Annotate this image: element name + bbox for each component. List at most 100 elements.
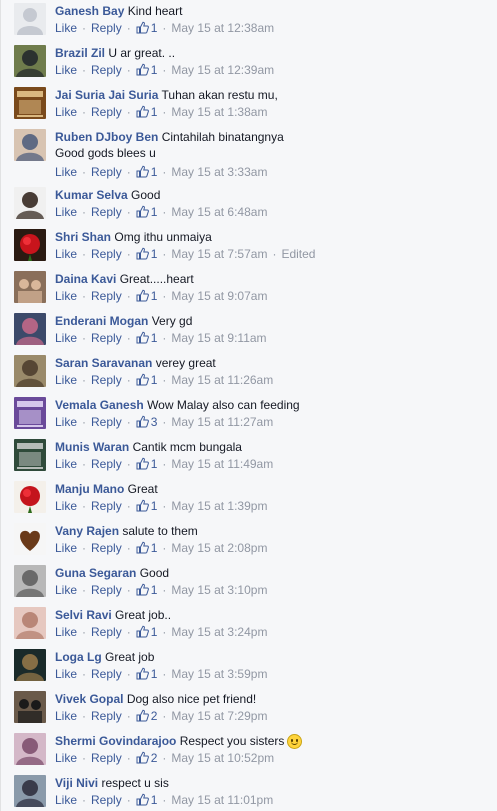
- comment-author-link[interactable]: Ganesh Bay: [55, 4, 124, 18]
- like-count[interactable]: 1: [136, 583, 157, 597]
- like-link[interactable]: Like: [55, 21, 77, 35]
- reply-link[interactable]: Reply: [91, 499, 122, 513]
- avatar[interactable]: [14, 355, 46, 387]
- avatar[interactable]: [14, 45, 46, 77]
- like-count[interactable]: 1: [136, 205, 157, 219]
- like-link[interactable]: Like: [55, 63, 77, 77]
- comment-author-link[interactable]: Vivek Gopal: [55, 692, 123, 706]
- like-link[interactable]: Like: [55, 457, 77, 471]
- like-link[interactable]: Like: [55, 751, 77, 765]
- comment-timestamp[interactable]: May 15 at 6:48am: [171, 205, 267, 219]
- like-link[interactable]: Like: [55, 499, 77, 513]
- avatar[interactable]: [14, 397, 46, 429]
- reply-link[interactable]: Reply: [91, 625, 122, 639]
- comment-timestamp[interactable]: May 15 at 3:33am: [171, 165, 267, 179]
- avatar[interactable]: [14, 87, 46, 119]
- comment-author-link[interactable]: Manju Mano: [55, 482, 124, 496]
- like-link[interactable]: Like: [55, 415, 77, 429]
- comment-timestamp[interactable]: May 15 at 2:08pm: [171, 541, 267, 555]
- comment-timestamp[interactable]: May 15 at 7:57am: [171, 247, 267, 261]
- comment-timestamp[interactable]: May 15 at 3:59pm: [171, 667, 267, 681]
- like-count[interactable]: 1: [136, 63, 157, 77]
- comment-timestamp[interactable]: May 15 at 9:11am: [171, 331, 266, 345]
- like-link[interactable]: Like: [55, 625, 77, 639]
- avatar[interactable]: [14, 271, 46, 303]
- like-count[interactable]: 1: [136, 667, 157, 681]
- avatar[interactable]: [14, 439, 46, 471]
- avatar[interactable]: [14, 187, 46, 219]
- reply-link[interactable]: Reply: [91, 21, 122, 35]
- like-link[interactable]: Like: [55, 105, 77, 119]
- like-count[interactable]: 1: [136, 331, 157, 345]
- avatar[interactable]: [14, 607, 46, 639]
- comment-author-link[interactable]: Viji Nivi: [55, 776, 98, 790]
- like-count[interactable]: 2: [136, 751, 157, 765]
- like-link[interactable]: Like: [55, 793, 77, 807]
- avatar[interactable]: [14, 523, 46, 555]
- reply-link[interactable]: Reply: [91, 667, 122, 681]
- comment-timestamp[interactable]: May 15 at 11:26am: [171, 373, 273, 387]
- like-count[interactable]: 1: [136, 165, 157, 179]
- reply-link[interactable]: Reply: [91, 205, 122, 219]
- reply-link[interactable]: Reply: [91, 289, 122, 303]
- reply-link[interactable]: Reply: [91, 583, 122, 597]
- like-link[interactable]: Like: [55, 709, 77, 723]
- avatar[interactable]: [14, 775, 46, 807]
- avatar[interactable]: [14, 313, 46, 345]
- avatar[interactable]: [14, 565, 46, 597]
- like-count[interactable]: 1: [136, 793, 157, 807]
- comment-author-link[interactable]: Guna Segaran: [55, 566, 136, 580]
- like-link[interactable]: Like: [55, 205, 77, 219]
- comment-author-link[interactable]: Loga Lg: [55, 650, 102, 664]
- comment-timestamp[interactable]: May 15 at 1:38am: [171, 105, 267, 119]
- comment-timestamp[interactable]: May 15 at 3:10pm: [171, 583, 267, 597]
- avatar[interactable]: [14, 229, 46, 261]
- like-link[interactable]: Like: [55, 583, 77, 597]
- like-count[interactable]: 2: [136, 709, 157, 723]
- comment-author-link[interactable]: Munis Waran: [55, 440, 129, 454]
- edited-label[interactable]: Edited: [281, 247, 315, 261]
- like-link[interactable]: Like: [55, 667, 77, 681]
- comment-author-link[interactable]: Saran Saravanan: [55, 356, 152, 370]
- comment-author-link[interactable]: Shermi Govindarajoo: [55, 734, 176, 748]
- like-count[interactable]: 1: [136, 105, 157, 119]
- reply-link[interactable]: Reply: [91, 247, 122, 261]
- like-link[interactable]: Like: [55, 289, 77, 303]
- comment-author-link[interactable]: Enderani Mogan: [55, 314, 148, 328]
- comment-author-link[interactable]: Brazil Zil: [55, 46, 105, 60]
- like-count[interactable]: 1: [136, 541, 157, 555]
- comment-timestamp[interactable]: May 15 at 7:29pm: [171, 709, 267, 723]
- comment-timestamp[interactable]: May 15 at 11:49am: [171, 457, 273, 471]
- comment-author-link[interactable]: Jai Suria Jai Suria: [55, 88, 158, 102]
- like-link[interactable]: Like: [55, 165, 77, 179]
- avatar[interactable]: [14, 129, 46, 161]
- reply-link[interactable]: Reply: [91, 373, 122, 387]
- comment-timestamp[interactable]: May 15 at 10:52pm: [171, 751, 274, 765]
- comment-author-link[interactable]: Shri Shan: [55, 230, 111, 244]
- comment-timestamp[interactable]: May 15 at 12:39am: [171, 63, 274, 77]
- comment-author-link[interactable]: Kumar Selva: [55, 188, 128, 202]
- comment-author-link[interactable]: Vemala Ganesh: [55, 398, 144, 412]
- like-count[interactable]: 1: [136, 247, 157, 261]
- like-link[interactable]: Like: [55, 247, 77, 261]
- avatar[interactable]: [14, 733, 46, 765]
- reply-link[interactable]: Reply: [91, 541, 122, 555]
- like-count[interactable]: 1: [136, 625, 157, 639]
- like-count[interactable]: 1: [136, 457, 157, 471]
- reply-link[interactable]: Reply: [91, 331, 122, 345]
- avatar[interactable]: [14, 3, 46, 35]
- reply-link[interactable]: Reply: [91, 165, 122, 179]
- comment-timestamp[interactable]: May 15 at 11:01pm: [171, 793, 273, 807]
- comment-author-link[interactable]: Vany Rajen: [55, 524, 119, 538]
- like-link[interactable]: Like: [55, 373, 77, 387]
- like-count[interactable]: 1: [136, 21, 157, 35]
- reply-link[interactable]: Reply: [91, 63, 122, 77]
- comment-timestamp[interactable]: May 15 at 12:38am: [171, 21, 274, 35]
- like-count[interactable]: 1: [136, 499, 157, 513]
- reply-link[interactable]: Reply: [91, 709, 122, 723]
- reply-link[interactable]: Reply: [91, 793, 122, 807]
- comment-timestamp[interactable]: May 15 at 9:07am: [171, 289, 267, 303]
- reply-link[interactable]: Reply: [91, 415, 122, 429]
- comment-timestamp[interactable]: May 15 at 11:27am: [171, 415, 273, 429]
- reply-link[interactable]: Reply: [91, 457, 122, 471]
